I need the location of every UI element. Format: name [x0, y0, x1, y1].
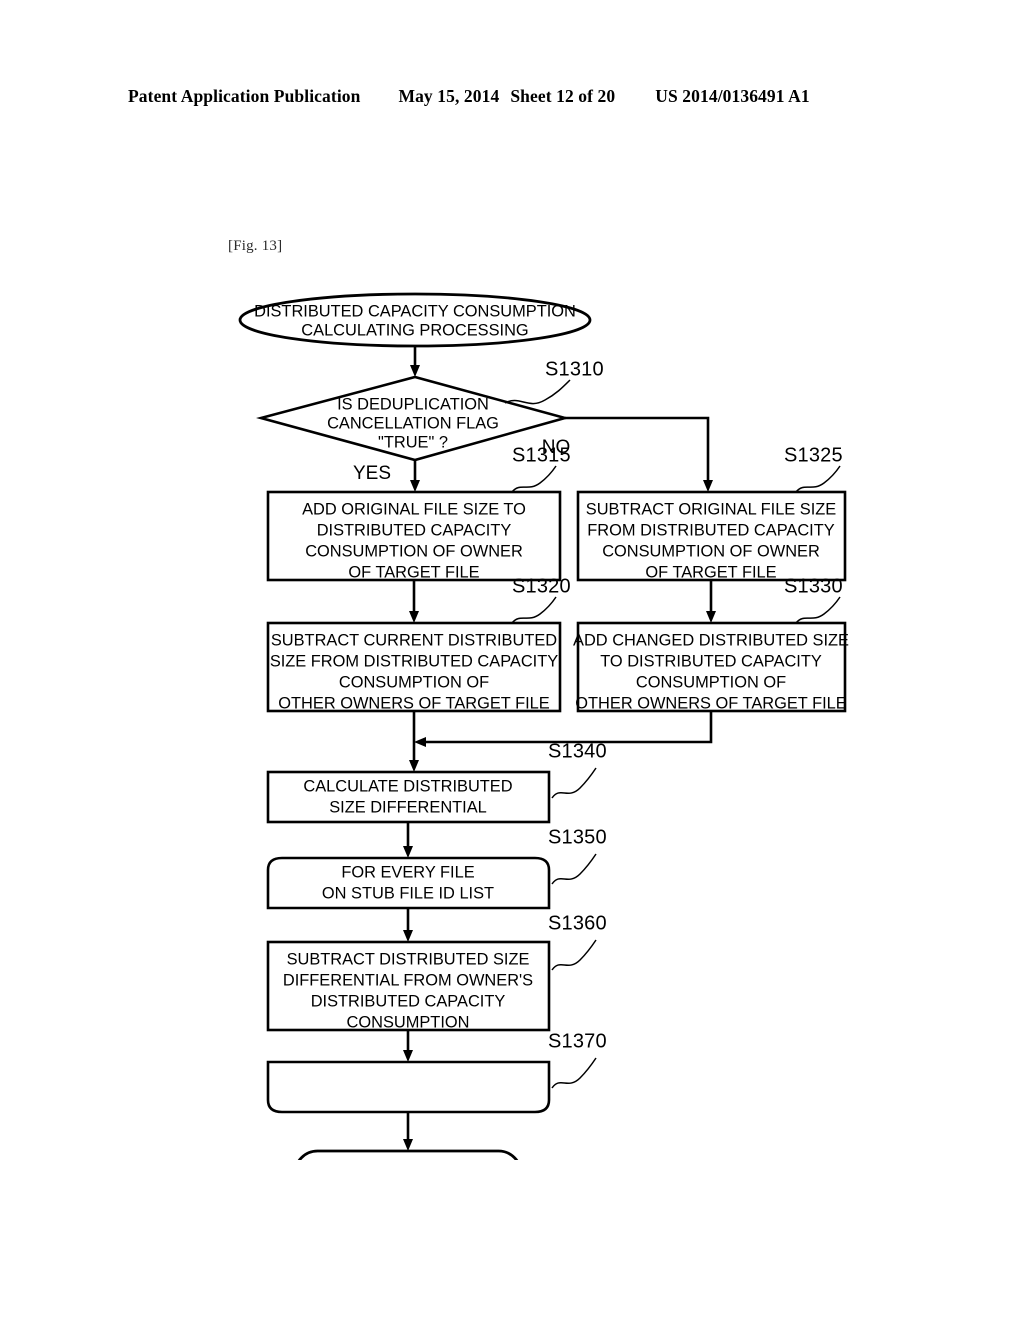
start-terminator-line2: CALCULATING PROCESSING [301, 321, 528, 339]
start-terminator: DISTRIBUTED CAPACITY CONSUMPTION CALCULA… [238, 292, 592, 348]
publication-header: Patent Application Publication May 15, 2… [128, 86, 896, 112]
loop-end-s1370 [266, 1060, 551, 1114]
process-s1315-line3: CONSUMPTION OF OWNER [305, 542, 523, 560]
process-s1340-line2: SIZE DIFFERENTIAL [329, 798, 487, 816]
connector-s1325-to-s1330 [706, 580, 716, 623]
connector-decision-yes [410, 460, 420, 492]
publication-title: Patent Application Publication [128, 86, 361, 106]
loop-start-s1350-line1: FOR EVERY FILE [341, 863, 474, 881]
process-s1325-line2: FROM DISTRIBUTED CAPACITY [587, 521, 834, 539]
loop-start-s1350: FOR EVERY FILE ON STUB FILE ID LIST [266, 856, 551, 910]
decision-line1: IS DEDUPLICATION [337, 395, 489, 413]
decision-line2: CANCELLATION FLAG [327, 414, 499, 432]
process-s1340: CALCULATE DISTRIBUTED SIZE DIFFERENTIAL [266, 770, 551, 824]
process-s1330-line4: OTHER OWNERS OF TARGET FILE [575, 694, 846, 712]
process-s1325-line1: SUBTRACT ORIGINAL FILE SIZE [586, 500, 837, 518]
process-s1320-line1: SUBTRACT CURRENT DISTRIBUTED [271, 631, 557, 649]
process-s1360-line1: SUBTRACT DISTRIBUTED SIZE [287, 950, 530, 968]
end-terminator: END [297, 1149, 519, 1160]
process-s1330: ADD CHANGED DISTRIBUTED SIZE TO DISTRIBU… [573, 621, 849, 712]
decision-line3: "TRUE" ? [378, 433, 448, 451]
process-s1360: SUBTRACT DISTRIBUTED SIZE DIFFERENTIAL F… [266, 940, 551, 1031]
step-label-s1325: S1325 [784, 444, 843, 493]
process-s1325-line3: CONSUMPTION OF OWNER [602, 542, 820, 560]
process-s1315: ADD ORIGINAL FILE SIZE TO DISTRIBUTED CA… [266, 490, 562, 581]
connector-s1340-to-s1350 [403, 822, 413, 858]
branch-label-yes: YES [353, 463, 391, 484]
process-s1315-line4: OF TARGET FILE [348, 563, 479, 581]
step-label-s1340: S1340 [548, 740, 607, 799]
step-label-s1330: S1330 [784, 575, 843, 624]
step-label-s1325-text: S1325 [784, 444, 843, 466]
connector-s1360-to-s1370 [403, 1030, 413, 1062]
publication-date: May 15, 2014 [398, 86, 500, 106]
process-s1325: SUBTRACT ORIGINAL FILE SIZE FROM DISTRIB… [576, 490, 847, 581]
step-label-s1310-text: S1310 [545, 358, 604, 380]
publication-number: US 2014/0136491 A1 [655, 86, 810, 106]
step-label-s1350: S1350 [548, 826, 607, 885]
process-s1360-line4: CONSUMPTION [347, 1013, 470, 1031]
process-s1330-line2: TO DISTRIBUTED CAPACITY [600, 652, 822, 670]
sheet-number: Sheet 12 of 20 [510, 86, 616, 106]
step-label-s1315: S1315 [511, 444, 571, 493]
step-label-s1360: S1360 [548, 912, 607, 971]
process-s1315-line1: ADD ORIGINAL FILE SIZE TO [302, 500, 526, 518]
step-label-s1370-text: S1370 [548, 1030, 607, 1052]
step-label-s1350-text: S1350 [548, 826, 607, 848]
process-s1320-line3: CONSUMPTION OF [339, 673, 489, 691]
process-s1320-line4: OTHER OWNERS OF TARGET FILE [278, 694, 549, 712]
step-label-s1370: S1370 [548, 1030, 607, 1089]
patent-page: Patent Application Publication May 15, 2… [0, 0, 1024, 1320]
process-s1360-line2: DIFFERENTIAL FROM OWNER'S [283, 971, 533, 989]
connector-s1370-to-end [403, 1112, 413, 1151]
process-s1330-line1: ADD CHANGED DISTRIBUTED SIZE [573, 631, 849, 649]
step-label-s1320: S1320 [511, 575, 571, 624]
process-s1330-line3: CONSUMPTION OF [636, 673, 786, 691]
connector-start-to-decision [410, 346, 420, 377]
connector-s1350-to-s1360 [403, 908, 413, 942]
start-terminator-line1: DISTRIBUTED CAPACITY CONSUMPTION [254, 302, 576, 320]
process-s1360-line3: DISTRIBUTED CAPACITY [311, 992, 506, 1010]
step-label-s1330-text: S1330 [784, 575, 843, 597]
step-label-s1310: S1310 [504, 358, 604, 405]
loop-start-s1350-line2: ON STUB FILE ID LIST [322, 884, 494, 902]
figure-label: [Fig. 13] [228, 238, 283, 254]
process-s1320: SUBTRACT CURRENT DISTRIBUTED SIZE FROM D… [266, 621, 562, 712]
connector-decision-no [565, 416, 713, 492]
process-s1315-line2: DISTRIBUTED CAPACITY [317, 521, 512, 539]
step-label-s1360-text: S1360 [548, 912, 607, 934]
step-label-s1315-text: S1315 [512, 444, 571, 466]
flowchart-figure-13: DISTRIBUTED CAPACITY CONSUMPTION CALCULA… [0, 270, 1024, 1160]
process-s1340-line1: CALCULATE DISTRIBUTED [303, 777, 512, 795]
connector-s1315-to-s1320 [409, 580, 419, 623]
step-label-s1320-text: S1320 [512, 575, 571, 597]
step-label-s1340-text: S1340 [548, 740, 607, 762]
process-s1320-line2: SIZE FROM DISTRIBUTED CAPACITY [270, 652, 558, 670]
process-s1325-line4: OF TARGET FILE [645, 563, 776, 581]
